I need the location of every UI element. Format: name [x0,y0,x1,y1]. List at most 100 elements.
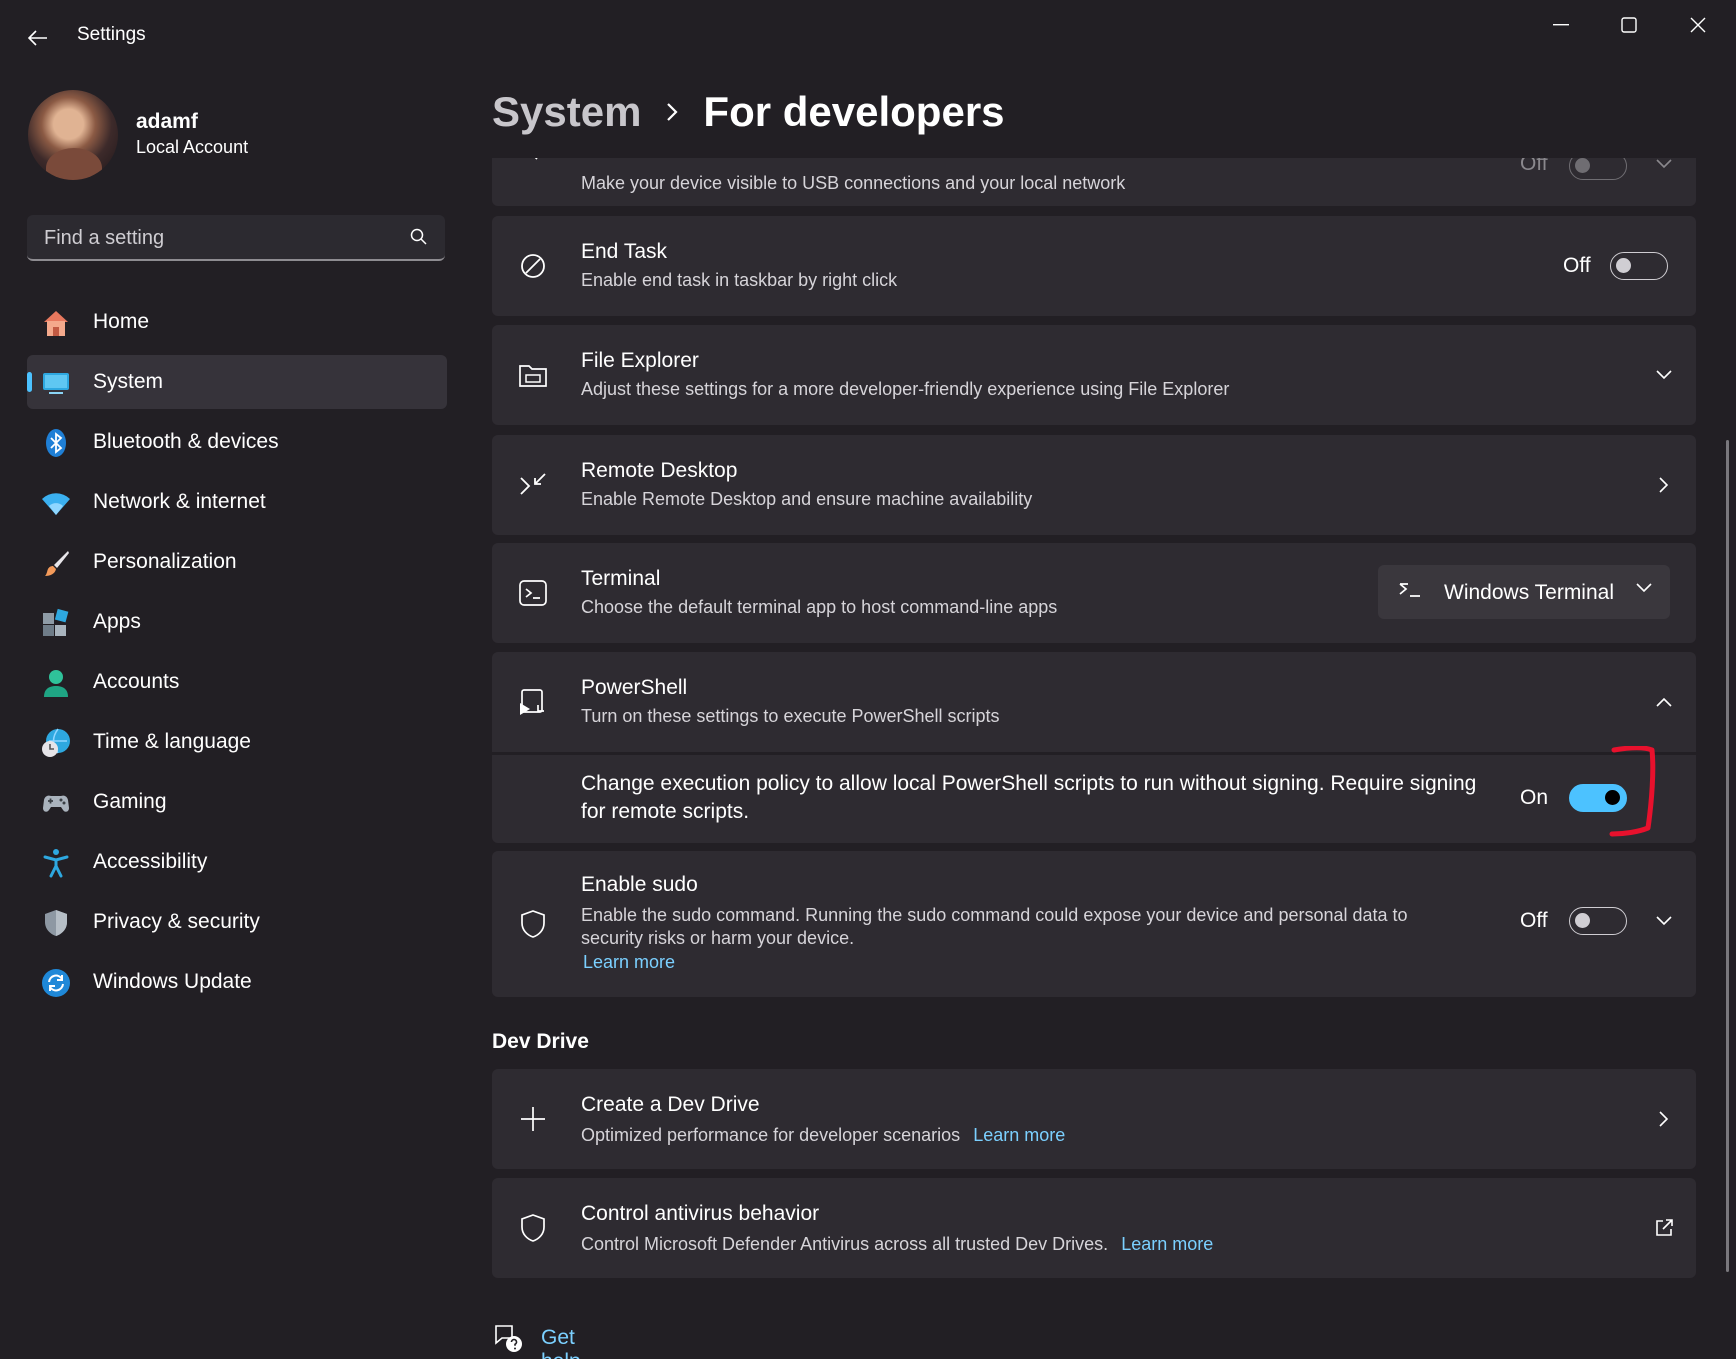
chevron-right-icon[interactable] [1652,473,1676,497]
user-account-type: Local Account [136,137,249,157]
file-explorer-card[interactable]: File Explorer Adjust these settings for … [492,325,1696,425]
breadcrumb: System For developers [492,88,1005,136]
wifi-icon [42,493,70,515]
card-description-line-1: Enable the sudo command. Running the sud… [581,905,1408,925]
card-description: Enable end task in taskbar by right clic… [581,270,898,290]
card-description: Control Microsoft Defender Antivirus acr… [581,1234,1213,1255]
chevron-down-icon[interactable] [1652,158,1676,176]
card-description: Choose the default terminal app to host … [581,597,1058,617]
sidebar-item-accounts[interactable]: Accounts [27,655,447,709]
minimize-button[interactable] [1527,0,1595,50]
chevron-down-icon[interactable] [1652,909,1676,933]
sidebar: adamf Local Account Home System Bluetoot… [0,76,470,1359]
device-discovery-toggle[interactable] [1569,158,1627,180]
maximize-button[interactable] [1595,0,1663,50]
get-help-link[interactable]: Get help [541,1326,581,1359]
card-title: File Explorer [581,349,699,372]
device-discovery-card[interactable]: Make your device visible to USB connecti… [492,158,1696,206]
card-title: Terminal [581,567,661,590]
sidebar-item-label: Personalization [93,550,237,573]
sidebar-item-label: Home [93,310,150,333]
toggle-knob [1575,158,1590,173]
terminal-app-select[interactable]: Windows Terminal [1378,565,1670,619]
sudo-learn-more-link[interactable]: Learn more [583,952,675,973]
time-language-icon [42,728,70,757]
brush-icon [45,551,69,576]
sidebar-item-network[interactable]: Network & internet [27,475,447,529]
enable-sudo-toggle[interactable] [1569,907,1627,935]
arrow-left-icon [28,30,47,46]
create-dev-drive-learn-more-link[interactable]: Learn more [973,1125,1065,1145]
card-title: Control antivirus behavior [581,1202,820,1225]
toggle-state-label: Off [1520,158,1548,175]
device-discovery-icon [534,158,538,160]
sidebar-item-personalization[interactable]: Personalization [27,535,447,589]
terminal-icon [519,580,547,606]
toggle-knob [1575,913,1590,928]
sidebar-item-bluetooth[interactable]: Bluetooth & devices [27,415,447,469]
toggle-state-label: On [1520,786,1549,809]
plus-icon [521,1107,545,1131]
sidebar-item-label: Windows Update [93,970,252,993]
open-external-icon[interactable] [1652,1216,1676,1240]
gamepad-icon [43,795,69,812]
card-description: Enable Remote Desktop and ensure machine… [581,489,1033,509]
toggle-state-label: Off [1520,909,1548,932]
system-icon [43,373,69,394]
sidebar-item-label: Bluetooth & devices [93,430,279,453]
breadcrumb-parent[interactable]: System [492,88,641,136]
terminal-card: Terminal Choose the default terminal app… [492,543,1696,643]
scrollbar[interactable] [1726,440,1729,1272]
powershell-card[interactable]: PowerShell Turn on these settings to exe… [492,652,1696,752]
card-description: Make your device visible to USB connecti… [581,173,1126,193]
back-button[interactable] [18,20,58,56]
sidebar-item-label: Apps [93,610,141,633]
sidebar-item-privacy-security[interactable]: Privacy & security [27,895,447,949]
sidebar-item-label: Network & internet [93,490,266,513]
help-chat-icon [495,1325,522,1352]
execution-policy-text-line-2: for remote scripts. [581,800,750,823]
card-description: Turn on these settings to execute PowerS… [581,706,1000,726]
windows-terminal-icon [1399,583,1420,597]
search-icon[interactable] [409,227,429,247]
sidebar-item-windows-update[interactable]: Windows Update [27,955,447,1009]
enable-sudo-card: Enable sudo Enable the sudo command. Run… [492,851,1696,997]
sidebar-item-label: System [93,370,164,393]
sidebar-item-time-language[interactable]: Time & language [27,715,447,769]
user-name: adamf [136,110,198,133]
content-area: Make your device visible to USB connecti… [492,158,1696,1359]
create-dev-drive-card[interactable]: Create a Dev Drive Optimized performance… [492,1069,1696,1169]
chevron-down-icon[interactable] [1652,363,1676,387]
sidebar-item-label: Gaming [93,790,167,813]
sidebar-item-system[interactable]: System [27,355,447,409]
remote-desktop-card[interactable]: Remote Desktop Enable Remote Desktop and… [492,435,1696,535]
search-input[interactable] [27,215,406,261]
end-task-toggle[interactable] [1610,252,1668,280]
sidebar-item-label: Privacy & security [93,910,260,933]
avatar[interactable] [28,90,118,180]
powershell-execution-policy-row: Change execution policy to allow local P… [492,755,1696,843]
card-title: Remote Desktop [581,459,738,482]
sidebar-item-gaming[interactable]: Gaming [27,775,447,829]
minimize-icon [1553,24,1569,26]
close-icon [1690,17,1706,33]
title-bar: Settings [0,0,1736,76]
card-title: Enable sudo [581,873,698,896]
sidebar-item-home[interactable]: Home [27,295,447,349]
accounts-icon [44,670,68,697]
end-task-card: End Task Enable end task in taskbar by r… [492,216,1696,316]
sidebar-item-apps[interactable]: Apps [27,595,447,649]
toggle-state-label: Off [1563,254,1591,277]
control-antivirus-card[interactable]: Control antivirus behavior Control Micro… [492,1178,1696,1278]
close-button[interactable] [1664,0,1732,50]
shield-icon [45,910,67,936]
page-title: For developers [703,88,1005,135]
prohibited-icon [521,254,545,278]
card-description-text: Optimized performance for developer scen… [581,1125,961,1145]
chevron-right-icon[interactable] [1652,1107,1676,1131]
sidebar-item-accessibility[interactable]: Accessibility [27,835,447,889]
sidebar-item-label: Accounts [93,670,180,693]
antivirus-learn-more-link[interactable]: Learn more [1121,1234,1213,1254]
chevron-up-icon[interactable] [1652,690,1676,714]
sidebar-item-label: Time & language [93,730,251,753]
